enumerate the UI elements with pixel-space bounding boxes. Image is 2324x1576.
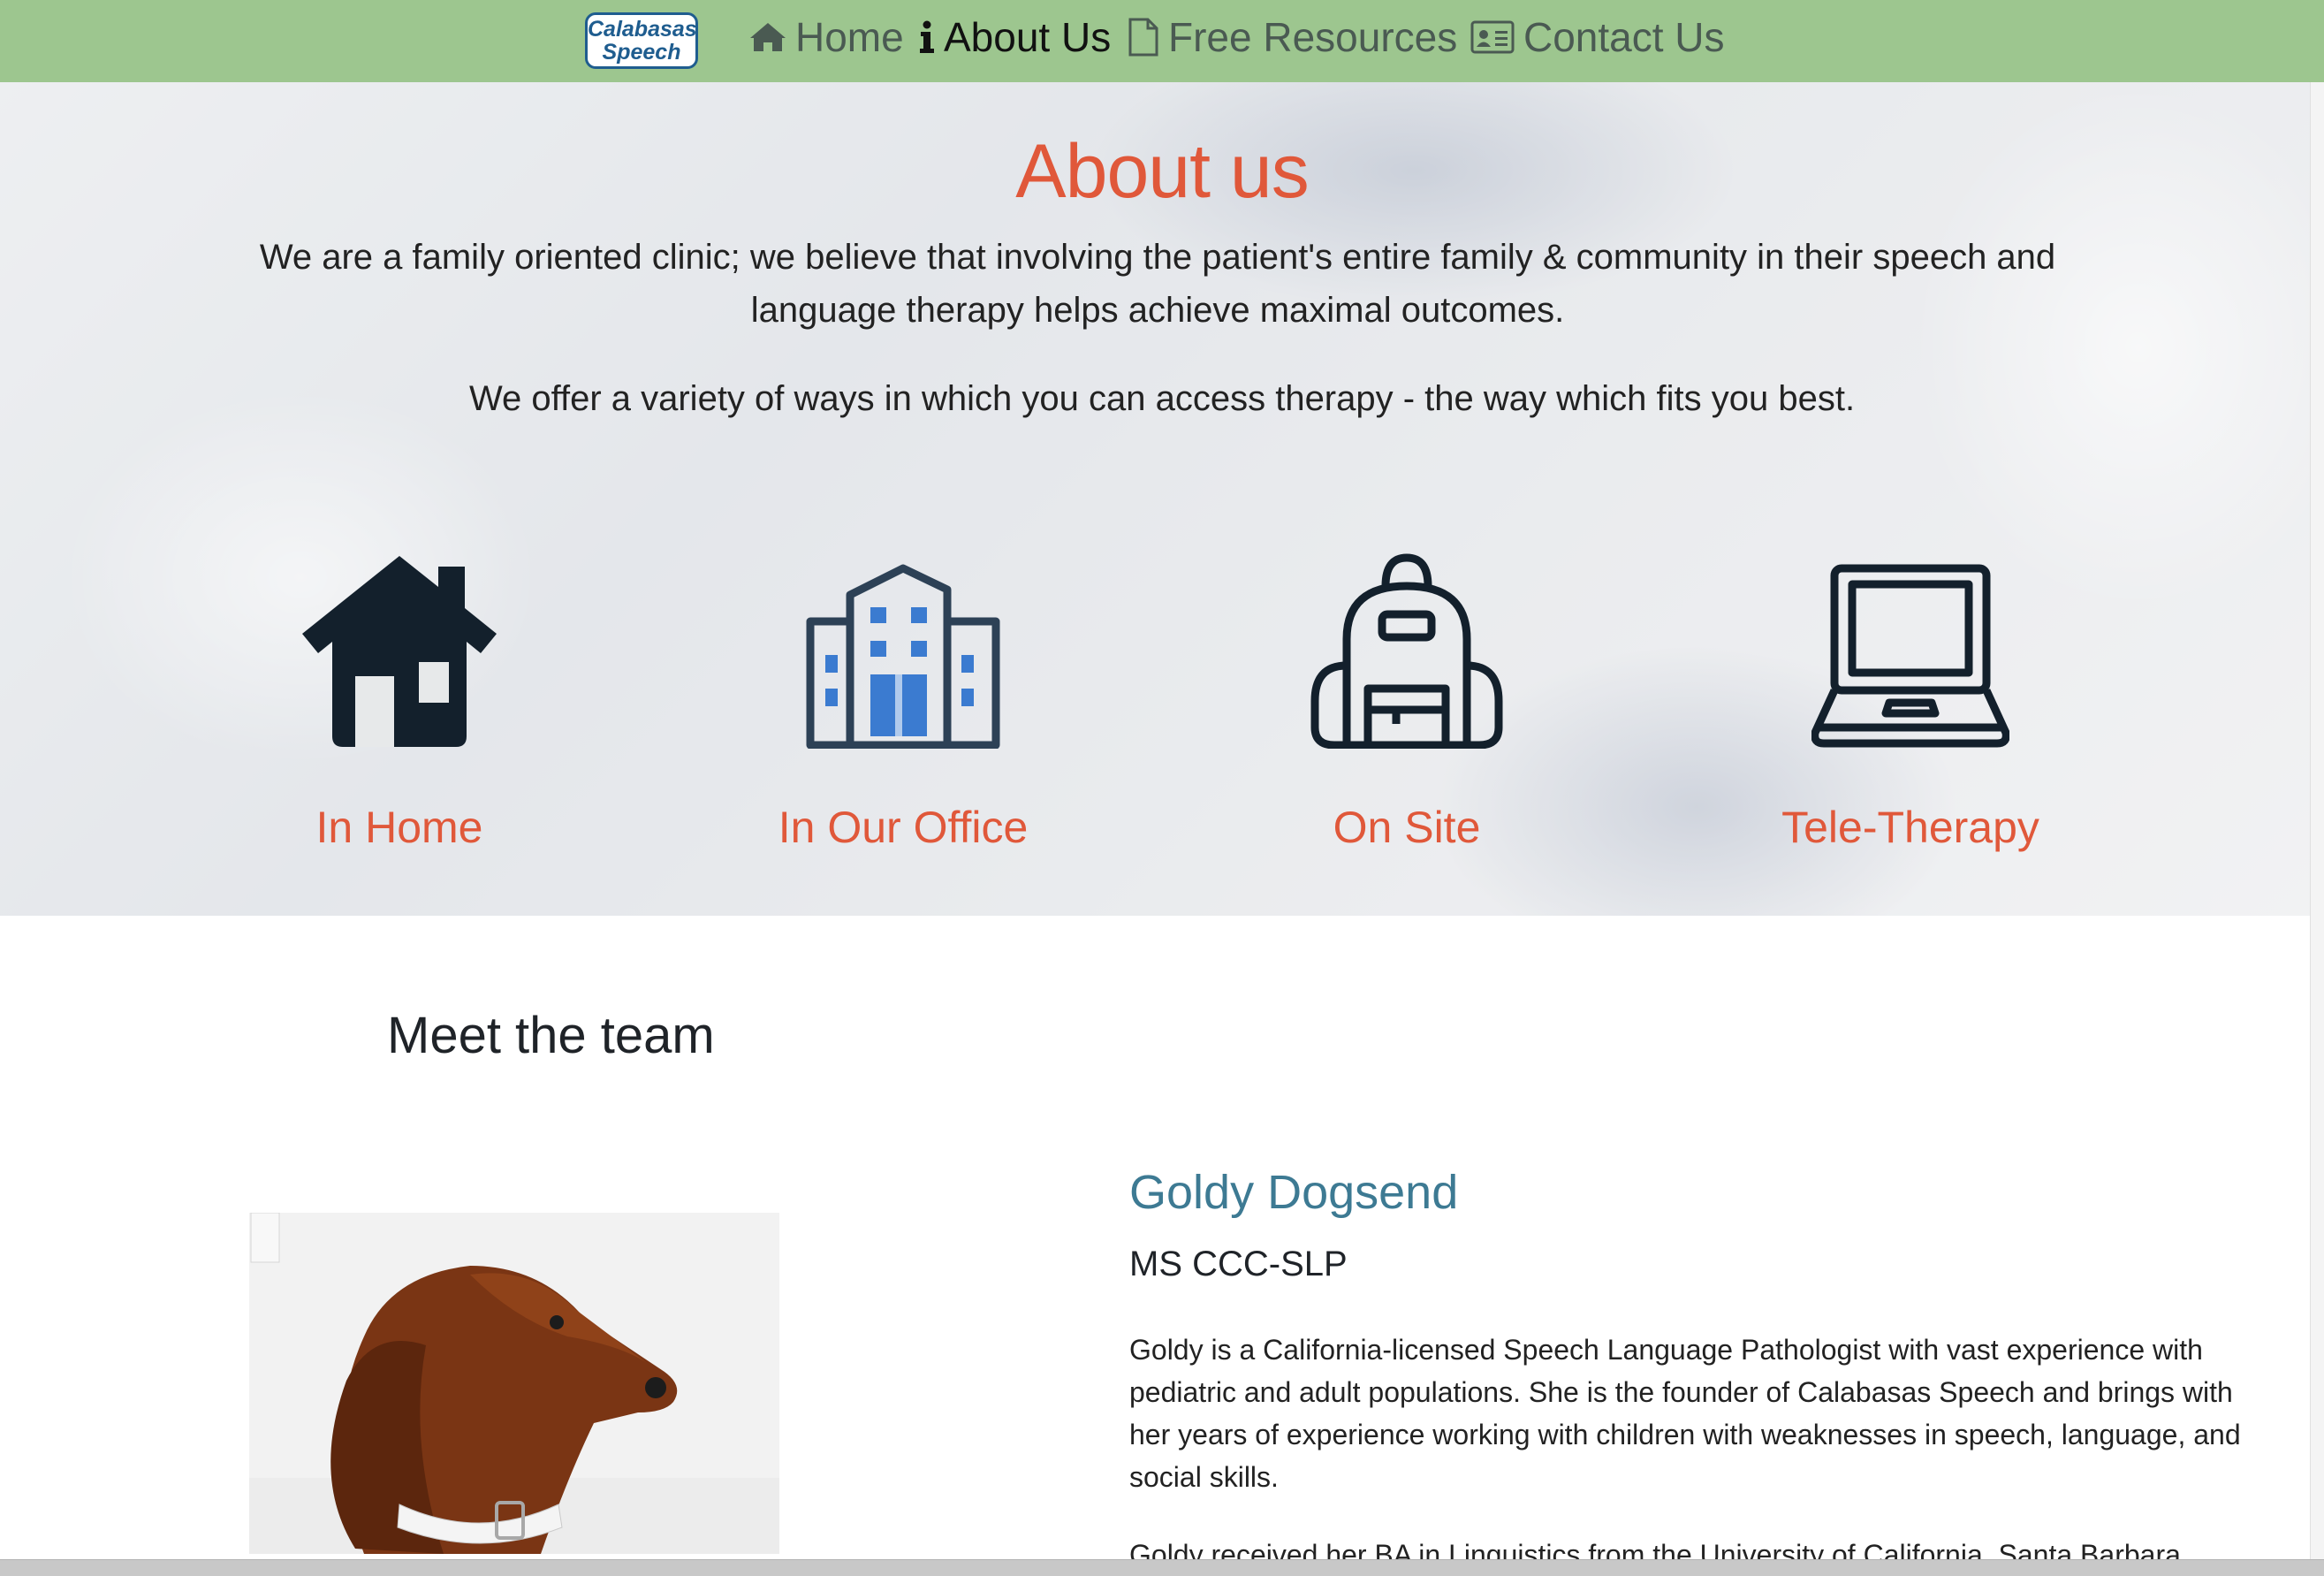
- team-member-photo: [249, 1213, 779, 1554]
- team-member-bio-continued: Goldy received her BA in Linguistics fro…: [1129, 1539, 2181, 1560]
- service-on-site[interactable]: On Site: [1221, 545, 1592, 853]
- horizontal-scrollbar[interactable]: [0, 1559, 2324, 1576]
- calabasas-speech-logo[interactable]: Calabasas Speech: [585, 12, 698, 69]
- contact-card-icon: [1470, 20, 1515, 54]
- info-icon: [919, 20, 935, 54]
- logo-line-2: Speech: [602, 40, 681, 65]
- nav-free-resources-label: Free Resources: [1168, 13, 1458, 60]
- backpack-icon: [1221, 545, 1592, 749]
- team-heading: Meet the team: [387, 1007, 715, 1064]
- service-in-our-office-label: In Our Office: [778, 803, 1029, 852]
- service-in-home[interactable]: In Home: [214, 545, 585, 853]
- nav-contact-us[interactable]: Contact Us: [1470, 7, 1725, 60]
- vertical-scrollbar-track[interactable]: [2310, 82, 2324, 1559]
- office-building-icon: [718, 545, 1089, 749]
- service-in-our-office[interactable]: In Our Office: [718, 545, 1089, 853]
- laptop-icon: [1725, 545, 2096, 749]
- team-member-credentials: MS CCC-SLP: [1129, 1245, 1348, 1283]
- home-icon: [749, 21, 786, 53]
- access-paragraph: We offer a variety of ways in which you …: [468, 379, 1856, 418]
- service-in-home-label: In Home: [315, 803, 483, 852]
- nav-contact-us-label: Contact Us: [1523, 13, 1725, 60]
- logo-line-1: Calabasas: [588, 17, 697, 42]
- service-tele-therapy[interactable]: Tele-Therapy: [1725, 545, 2096, 853]
- nav-home-label: Home: [795, 13, 904, 60]
- page-title: About us: [1015, 129, 1309, 214]
- team-member-bio: Goldy is a California-licensed Speech La…: [1129, 1334, 2241, 1493]
- nav-about-us[interactable]: About Us: [919, 7, 1111, 60]
- service-on-site-label: On Site: [1333, 803, 1481, 852]
- nav-home[interactable]: Home: [749, 7, 904, 60]
- nav-about-us-label: About Us: [944, 13, 1112, 60]
- house-icon: [214, 545, 585, 749]
- document-icon: [1128, 18, 1159, 57]
- about-hero-section: About us We are a family oriented clinic…: [0, 82, 2324, 916]
- nav-free-resources[interactable]: Free Resources: [1128, 7, 1457, 60]
- intro-paragraph: We are a family oriented clinic; we beli…: [259, 238, 2056, 330]
- team-member-name: Goldy Dogsend: [1129, 1166, 1459, 1219]
- top-navbar: Calabasas Speech Home About Us Free Reso…: [0, 0, 2324, 82]
- service-tele-therapy-label: Tele-Therapy: [1781, 803, 2039, 852]
